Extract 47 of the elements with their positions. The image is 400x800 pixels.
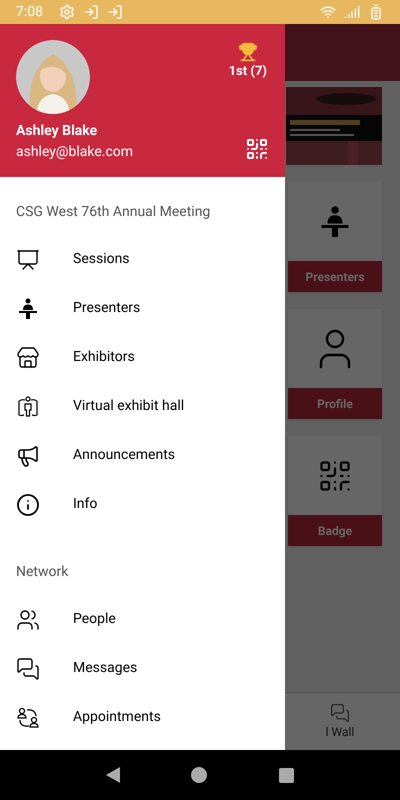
drawer-item-label: Messages xyxy=(73,659,138,678)
trophy-icon xyxy=(238,42,258,62)
storefront-icon xyxy=(16,346,40,370)
chat-bubbles-icon xyxy=(16,656,40,680)
info-icon xyxy=(16,492,40,516)
section-title: CSG West 76th Annual Meeting xyxy=(16,202,210,222)
leaderboard-rank: 1st (7) xyxy=(228,63,267,81)
drawer-item-label: Exhibitors xyxy=(73,348,135,367)
drawer-item[interactable]: Announcements xyxy=(0,431,285,480)
section-title: Network xyxy=(16,562,68,582)
megaphone-icon xyxy=(16,444,40,468)
sign-in-icon xyxy=(83,4,99,20)
drawer-item-label: Presenters xyxy=(73,299,140,318)
tile-label: Presenters xyxy=(288,261,382,292)
chat-bubbles-icon xyxy=(330,702,350,722)
exhibit-booth-icon xyxy=(16,394,40,418)
home-icon[interactable] xyxy=(191,767,208,783)
tile-label: Badge xyxy=(288,515,382,546)
drawer-item-label: Announcements xyxy=(73,446,176,465)
drawer-item-label: Appointments xyxy=(73,708,161,727)
settings-icon xyxy=(59,4,75,20)
drawer-item[interactable]: Appointments xyxy=(0,693,285,742)
drawer-item-label: Sessions xyxy=(73,250,130,269)
status-time: 7:08 xyxy=(16,2,43,22)
people-icon xyxy=(16,608,40,632)
presentation-board-icon xyxy=(16,248,40,272)
drawer-item[interactable]: Info xyxy=(0,480,285,529)
drawer-item[interactable]: People xyxy=(0,595,285,644)
signal-icon xyxy=(344,4,360,20)
drawer-item[interactable]: Messages xyxy=(0,644,285,693)
drawer-item[interactable]: Sessions xyxy=(0,235,285,284)
qr-code-icon[interactable] xyxy=(245,137,269,161)
people-exchange-icon xyxy=(16,706,40,730)
drawer-item[interactable]: Presenters xyxy=(0,284,285,333)
drawer-item-label: Virtual exhibit hall xyxy=(73,397,184,416)
user-name: Ashley Blake xyxy=(16,122,98,141)
drawer-item[interactable]: Exhibitors xyxy=(0,333,285,382)
tile-label: Profile xyxy=(288,388,382,419)
drawer-item-label: People xyxy=(73,610,116,629)
sign-in-icon xyxy=(107,4,123,20)
presenter-at-podium-icon xyxy=(16,296,40,320)
recents-icon[interactable] xyxy=(279,768,294,782)
drawer-item[interactable]: Virtual exhibit hall xyxy=(0,382,285,431)
drawer-item-label: Info xyxy=(73,495,98,514)
user-email: ashley@blake.com xyxy=(16,143,134,162)
back-icon[interactable] xyxy=(106,767,120,783)
wifi-icon xyxy=(320,4,336,20)
